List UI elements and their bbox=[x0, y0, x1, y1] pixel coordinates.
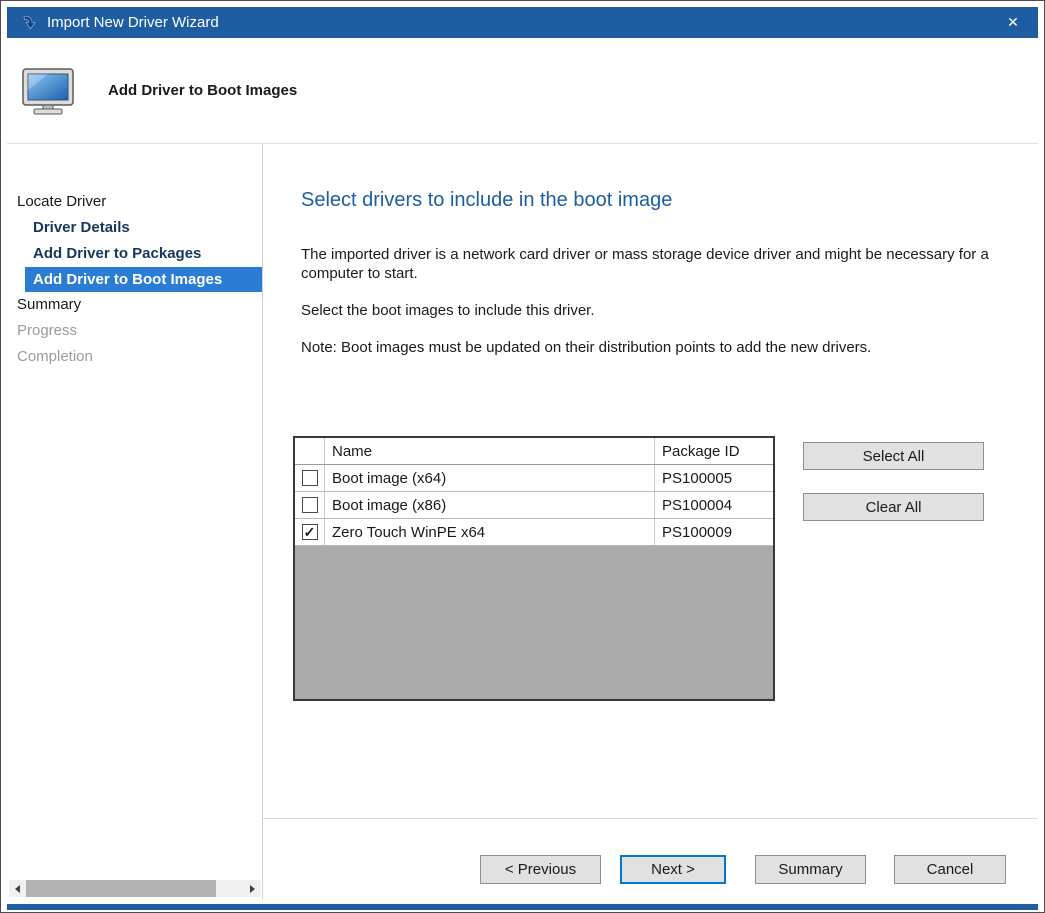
row-checkbox[interactable] bbox=[302, 524, 318, 540]
table-header-checkbox-column bbox=[295, 438, 325, 464]
boot-image-name: Zero Touch WinPE x64 bbox=[325, 519, 655, 545]
table-row[interactable]: Boot image (x64) PS100005 bbox=[295, 465, 773, 492]
titlebar: Import New Driver Wizard ✕ bbox=[7, 7, 1038, 38]
package-id: PS100009 bbox=[655, 519, 773, 545]
sidebar-item-summary: Summary bbox=[7, 292, 262, 318]
note-text: Note: Boot images must be updated on the… bbox=[301, 338, 1006, 357]
table-row[interactable]: Boot image (x86) PS100004 bbox=[295, 492, 773, 519]
left-arrow-icon bbox=[15, 885, 20, 893]
content-main: Select drivers to include in the boot im… bbox=[263, 144, 1038, 818]
sidebar-item-progress: Progress bbox=[7, 318, 262, 344]
checkbox-cell bbox=[295, 519, 325, 545]
clear-all-button[interactable]: Clear All bbox=[803, 493, 984, 521]
sidebar-item-add-driver-to-boot-images: Add Driver to Boot Images bbox=[25, 267, 262, 292]
computer-monitor-icon bbox=[20, 67, 78, 115]
boot-images-table: Name Package ID Boot image (x64) PS10000… bbox=[293, 436, 775, 701]
boot-image-name: Boot image (x64) bbox=[325, 465, 655, 491]
package-id: PS100005 bbox=[655, 465, 773, 491]
select-instruction-text: Select the boot images to include this d… bbox=[301, 301, 1006, 320]
scrollbar-right-arrow-button[interactable] bbox=[244, 880, 261, 897]
select-all-button[interactable]: Select All bbox=[803, 442, 984, 470]
previous-button[interactable]: < Previous bbox=[480, 855, 601, 884]
table-header-name: Name bbox=[325, 438, 655, 464]
sidebar-item-add-driver-to-packages: Add Driver to Packages bbox=[7, 241, 262, 267]
cancel-button[interactable]: Cancel bbox=[894, 855, 1006, 884]
wizard-content: Select drivers to include in the boot im… bbox=[263, 144, 1038, 899]
table-header-row: Name Package ID bbox=[295, 438, 773, 465]
table-row[interactable]: Zero Touch WinPE x64 PS100009 bbox=[295, 519, 773, 546]
scrollbar-thumb[interactable] bbox=[26, 880, 216, 897]
wizard-footer: < Previous Next > Summary Cancel bbox=[263, 818, 1038, 899]
wizard-page-title: Add Driver to Boot Images bbox=[108, 82, 297, 99]
row-checkbox[interactable] bbox=[302, 497, 318, 513]
checkbox-cell bbox=[295, 492, 325, 518]
table-header-package-id: Package ID bbox=[655, 438, 773, 464]
scrollbar-left-arrow-button[interactable] bbox=[9, 880, 26, 897]
next-button[interactable]: Next > bbox=[620, 855, 726, 884]
intro-text: The imported driver is a network card dr… bbox=[301, 245, 1006, 283]
window-title: Import New Driver Wizard bbox=[47, 14, 219, 31]
sidebar-item-locate-driver: Locate Driver bbox=[7, 189, 262, 215]
sidebar-horizontal-scrollbar[interactable] bbox=[9, 880, 261, 897]
row-checkbox[interactable] bbox=[302, 470, 318, 486]
boot-image-name: Boot image (x86) bbox=[325, 492, 655, 518]
wizard-steps-sidebar: Locate Driver Driver Details Add Driver … bbox=[7, 144, 263, 899]
window-bottom-accent-border bbox=[7, 904, 1038, 910]
checkbox-cell bbox=[295, 465, 325, 491]
close-icon[interactable]: ✕ bbox=[998, 7, 1028, 38]
import-new-driver-wizard-window: Import New Driver Wizard ✕ Add Driver to… bbox=[0, 0, 1045, 913]
package-id: PS100004 bbox=[655, 492, 773, 518]
boot-images-section: Name Package ID Boot image (x64) PS10000… bbox=[293, 436, 1008, 701]
wizard-icon bbox=[21, 15, 37, 31]
right-arrow-icon bbox=[250, 885, 255, 893]
wizard-body: Locate Driver Driver Details Add Driver … bbox=[7, 144, 1038, 899]
sidebar-item-completion: Completion bbox=[7, 344, 262, 370]
sidebar-item-driver-details: Driver Details bbox=[7, 215, 262, 241]
page-heading: Select drivers to include in the boot im… bbox=[301, 189, 1008, 212]
table-action-buttons: Select All Clear All bbox=[803, 436, 984, 701]
summary-button[interactable]: Summary bbox=[755, 855, 866, 884]
wizard-header: Add Driver to Boot Images bbox=[7, 38, 1038, 144]
